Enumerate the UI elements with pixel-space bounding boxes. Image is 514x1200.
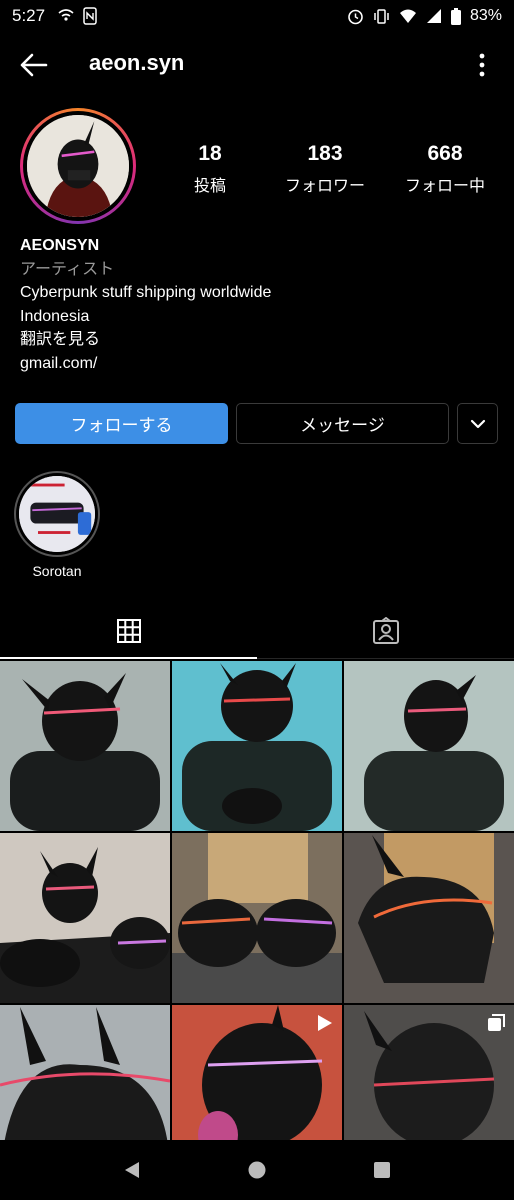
stat-posts-label: 投稿 [193, 178, 226, 195]
stat-following-count: 668 [427, 142, 463, 165]
post-thumbnail[interactable] [0, 833, 170, 1003]
video-icon [318, 1015, 332, 1031]
status-bar: 5:27 83% [0, 0, 514, 32]
system-nav-bar [0, 1140, 514, 1200]
story-highlight[interactable] [14, 471, 100, 557]
battery-level: 83% [469, 7, 502, 24]
stat-followers-label: フォロワー [284, 178, 365, 195]
post-thumbnail[interactable] [344, 833, 514, 1003]
stat-followers[interactable]: 183 フォロワー [260, 142, 390, 196]
profile-bio: AEONSYN アーティスト Cyberpunk stuff shipping … [20, 234, 271, 375]
wifi-icon [399, 9, 416, 23]
battery-icon [450, 7, 461, 25]
wifi-call-icon [58, 9, 74, 21]
vibrate-icon [374, 8, 389, 24]
profile-stats: 18 投稿 183 フォロワー 668 フォロー中 [160, 142, 500, 196]
message-button[interactable]: メッセージ [236, 403, 449, 444]
back-arrow-icon[interactable] [18, 50, 50, 80]
more-options-icon[interactable] [478, 52, 486, 78]
tagged-person-icon [372, 617, 399, 644]
tab-posts-grid[interactable] [0, 604, 257, 659]
nfc-icon [83, 7, 97, 25]
stat-following[interactable]: 668 フォロー中 [390, 142, 500, 196]
profile-header: aeon.syn [0, 40, 514, 90]
stat-following-label: フォロー中 [404, 178, 485, 195]
profile-username: aeon.syn [89, 50, 185, 75]
post-thumbnail[interactable] [344, 661, 514, 831]
alarm-icon [348, 9, 363, 24]
stat-posts[interactable]: 18 投稿 [160, 142, 260, 196]
profile-display-name: AEONSYN [20, 237, 100, 254]
bio-line-1: Cyberpunk stuff shipping worldwide [20, 284, 272, 301]
highlight-label: Sorotan [32, 563, 82, 579]
bio-line-2: Indonesia [20, 307, 90, 325]
tab-tagged[interactable] [257, 604, 514, 659]
post-thumbnail[interactable] [0, 661, 170, 831]
stat-followers-count: 183 [307, 142, 343, 165]
suggested-accounts-button[interactable] [457, 403, 498, 444]
nav-recents-icon[interactable] [373, 1161, 391, 1179]
status-time: 5:27 [12, 6, 46, 25]
nav-back-icon[interactable] [123, 1160, 141, 1180]
post-thumbnail[interactable] [172, 833, 342, 1003]
profile-category: アーティスト [20, 260, 115, 278]
grid-icon [116, 618, 141, 643]
chevron-down-icon [470, 419, 485, 428]
see-translation-link[interactable]: 翻訳を見る [20, 328, 271, 352]
profile-tabs [0, 604, 514, 659]
post-thumbnail[interactable] [172, 661, 342, 831]
avatar-image [27, 115, 129, 217]
carousel-icon [488, 1014, 505, 1031]
follow-button[interactable]: フォローする [15, 403, 228, 444]
nav-home-icon[interactable] [247, 1160, 267, 1180]
bio-link[interactable]: gmail.com/ [20, 352, 271, 376]
profile-avatar[interactable] [20, 108, 136, 224]
stat-posts-count: 18 [198, 142, 222, 165]
highlight-cover-image [19, 476, 95, 552]
signal-icon [426, 9, 441, 23]
posts-grid [0, 661, 514, 1175]
